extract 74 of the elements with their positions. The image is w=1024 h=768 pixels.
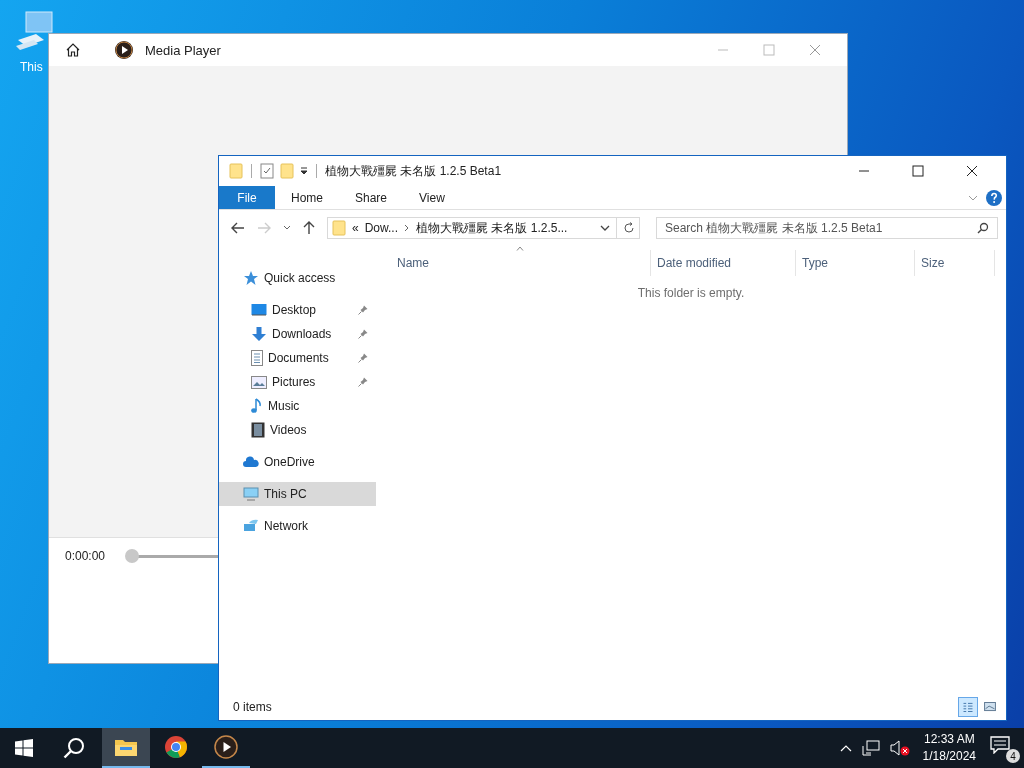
column-header[interactable]: Date modified	[651, 250, 796, 276]
column-header[interactable]: Size	[915, 250, 995, 276]
play-icon	[214, 735, 238, 759]
back-icon[interactable]	[231, 222, 245, 234]
recent-dropdown-icon[interactable]	[283, 225, 291, 231]
folder-icon	[332, 220, 346, 236]
properties-icon[interactable]	[260, 163, 274, 179]
download-icon	[251, 326, 267, 342]
maximize-icon[interactable]	[912, 165, 924, 177]
pin-icon[interactable]	[358, 305, 368, 315]
browser-icon	[164, 735, 188, 759]
music-note-icon	[251, 398, 263, 414]
play-icon	[115, 41, 133, 59]
star-icon	[243, 270, 259, 286]
ribbon-tab[interactable]: File	[219, 186, 275, 209]
nav-item[interactable]: Desktop	[219, 298, 376, 322]
nav-item[interactable]: Documents	[219, 346, 376, 370]
pin-icon[interactable]	[358, 377, 368, 387]
address-bar[interactable]: « Dow... 植物大戰殭屍 未名版 1.2.5...	[327, 217, 640, 239]
column-header[interactable]: Name	[376, 250, 651, 276]
search-icon	[977, 222, 989, 234]
help-icon[interactable]	[986, 189, 1002, 206]
notification-count-badge: 4	[1006, 749, 1020, 763]
desktop-icon	[251, 303, 267, 317]
column-header[interactable]: Type	[796, 250, 915, 276]
window-title: 植物大戰殭屍 未名版 1.2.5 Beta1	[325, 162, 502, 180]
nav-item[interactable]: OneDrive	[219, 450, 376, 474]
breadcrumb[interactable]: Dow...	[364, 221, 399, 235]
nav-item[interactable]: Videos	[219, 418, 376, 442]
window-title: Media Player	[145, 42, 221, 58]
search-field[interactable]: Search 植物大戰殭屍 未名版 1.2.5 Beta1	[656, 217, 998, 239]
details-view-icon[interactable]	[958, 697, 978, 717]
home-icon[interactable]	[65, 42, 81, 58]
picture-icon	[251, 375, 267, 389]
refresh-icon[interactable]	[623, 222, 635, 234]
network-icon[interactable]	[861, 740, 880, 756]
nav-item[interactable]: This PC	[219, 482, 376, 506]
caret-up-icon[interactable]	[839, 744, 852, 752]
seek-slider-thumb[interactable]	[125, 549, 140, 563]
sort-caret-icon	[516, 246, 524, 251]
start-icon[interactable]	[15, 739, 33, 757]
ribbon-tab[interactable]: View	[403, 186, 461, 209]
nav-item[interactable]: Music	[219, 394, 376, 418]
nav-item[interactable]: Network	[219, 514, 376, 538]
film-icon	[251, 422, 265, 438]
pin-icon[interactable]	[358, 353, 368, 363]
item-count: 0 items	[233, 700, 272, 714]
cloud-icon	[243, 456, 259, 468]
empty-folder-message: This folder is empty.	[636, 286, 746, 300]
search-icon[interactable]	[63, 737, 85, 759]
ribbon-tab[interactable]: Home	[275, 186, 339, 209]
address-overflow[interactable]: «	[352, 221, 359, 235]
dropdown-icon[interactable]	[600, 224, 610, 232]
nav-item[interactable]: Pictures	[219, 370, 376, 394]
notifications-icon[interactable]	[990, 736, 1010, 754]
close-icon[interactable]	[966, 165, 978, 177]
clock-date[interactable]: 1/18/2024	[922, 748, 976, 765]
document-icon	[251, 350, 263, 366]
ribbon-tab[interactable]: Share	[339, 186, 404, 209]
nav-item[interactable]: Downloads	[219, 322, 376, 346]
dropdown-icon[interactable]	[300, 167, 308, 175]
computer-icon	[243, 487, 259, 501]
taskbar-app[interactable]	[102, 728, 150, 768]
nav-item[interactable]: Quick access	[219, 266, 376, 290]
clock-time[interactable]: 12:33 AM	[923, 731, 975, 748]
folder-icon	[114, 737, 138, 757]
expand-ribbon-icon[interactable]	[968, 193, 978, 202]
network-icon	[243, 519, 259, 533]
volume-muted-icon[interactable]	[889, 740, 910, 756]
chevron-icon[interactable]	[404, 224, 411, 232]
breadcrumb[interactable]: 植物大戰殭屍 未名版 1.2.5...	[416, 219, 568, 237]
pin-icon[interactable]	[358, 329, 368, 339]
up-icon[interactable]	[303, 221, 315, 235]
playback-time: 0:00:00	[65, 549, 106, 563]
